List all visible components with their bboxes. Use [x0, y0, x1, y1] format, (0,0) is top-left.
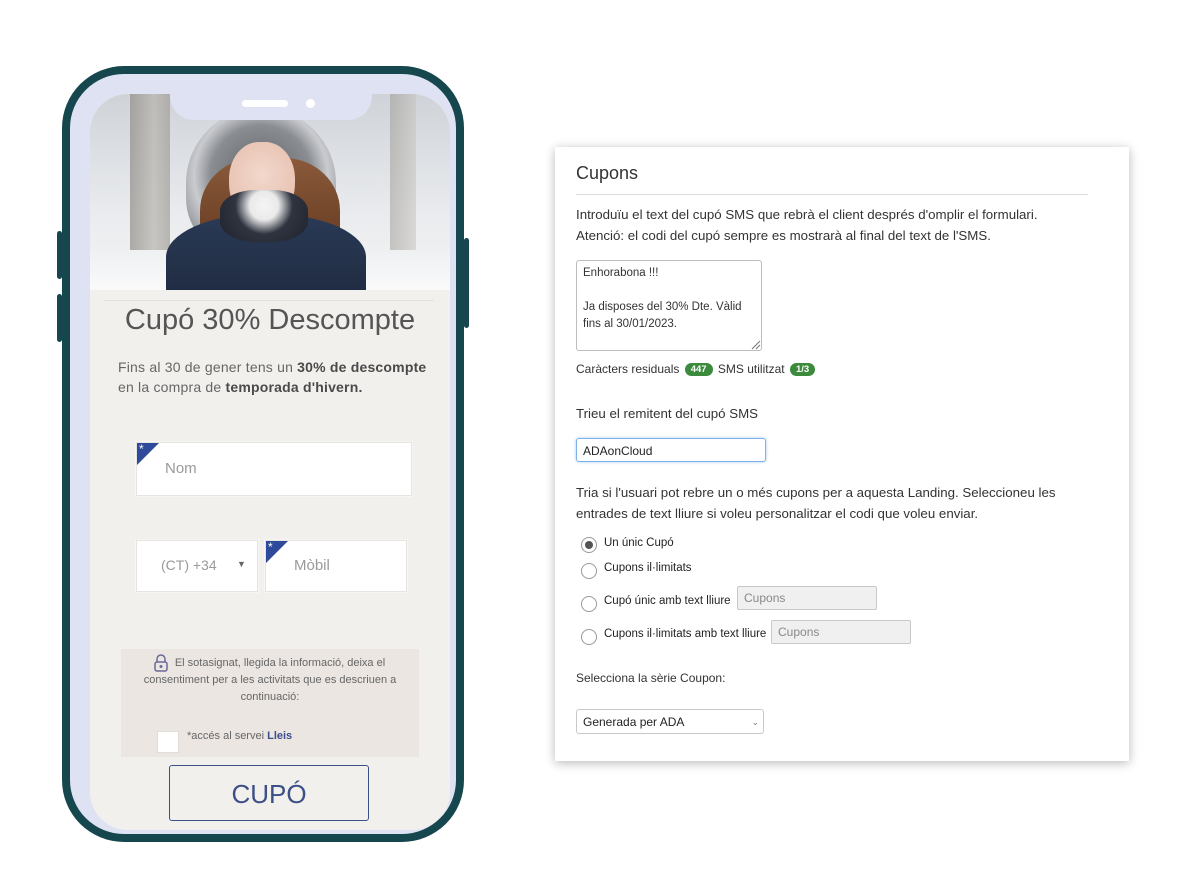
caret-down-icon: ▼: [237, 559, 246, 569]
intro-line: Atenció: el codi del cupó sempre es most…: [576, 228, 991, 243]
name-placeholder: Nom: [165, 460, 197, 477]
sms-text-area[interactable]: Enhorabona !!! Ja disposes del 30% Dte. …: [576, 260, 762, 351]
intro-line: Introduïu el text del cupó SMS que rebrà…: [576, 207, 1038, 222]
option-label: Cupons il·limitats amb text lliure: [604, 628, 767, 640]
camera-icon: [306, 99, 315, 108]
speaker-icon: [242, 100, 288, 107]
intro-text: Introduïu el text del cupó SMS que rebrà…: [576, 204, 1096, 246]
country-code-value: (CT) +34: [161, 557, 217, 573]
mobile-placeholder: Mòbil: [294, 557, 330, 574]
service-checkbox[interactable]: [157, 731, 179, 753]
coupon-series-select[interactable]: Generada per ADA ⌄: [576, 709, 764, 734]
checkbox-label: *accés al servei Lleis: [187, 730, 292, 742]
sender-label: Trieu el remitent del cupó SMS: [576, 406, 759, 421]
phone-power-button: [464, 238, 469, 328]
panel-title: Cupons: [576, 163, 639, 183]
desc-text: en la compra de: [118, 379, 226, 395]
unlimited-free-text-input[interactable]: Cupons: [771, 620, 911, 644]
remaining-count-badge: 447: [684, 363, 713, 377]
sms-used-label: SMS utilitzat: [717, 362, 785, 376]
choose-text: Tria si l'usuari pot rebre un o més cupo…: [576, 485, 1056, 521]
coupon-title: Cupó 30% Descompte: [124, 304, 416, 336]
consent-text: El sotasignat, llegida la informació, de…: [143, 657, 397, 703]
mobile-input[interactable]: * Mòbil: [265, 540, 407, 592]
required-marker: *: [266, 541, 288, 563]
divider: [576, 194, 1088, 195]
resize-handle-icon[interactable]: [751, 340, 761, 350]
phone-bezel: Cupó 30% Descompte Fins al 30 de gener t…: [70, 74, 456, 834]
desc-bold: 30% de descompte: [297, 359, 427, 375]
phone-mockup: Cupó 30% Descompte Fins al 30 de gener t…: [57, 66, 469, 842]
coupon-description: Fins al 30 de gener tens un 30% de desco…: [118, 357, 428, 397]
phone-side-button: [57, 231, 62, 279]
series-label: Selecciona la sèrie Coupon:: [576, 671, 726, 685]
radio-unlimited-coupons[interactable]: [581, 563, 597, 579]
option-label: Un únic Cupó: [604, 537, 674, 549]
radio-unlimited-free-text[interactable]: [581, 629, 597, 645]
hero-image: [90, 94, 450, 290]
consent-box: El sotasignat, llegida la informació, de…: [121, 649, 419, 757]
desc-text: Fins al 30 de gener tens un: [118, 359, 298, 375]
radio-single-coupon[interactable]: [581, 537, 597, 553]
required-marker: *: [137, 443, 159, 465]
coupons-panel: Cupons Introduïu el text del cupó SMS qu…: [555, 147, 1129, 761]
phone-side-button: [57, 294, 62, 342]
radio-single-free-text[interactable]: [581, 596, 597, 612]
sms-used-badge: 1/3: [789, 363, 816, 377]
divider: [104, 300, 434, 301]
option-label: Cupó únic amb text lliure: [604, 595, 731, 607]
option-label: Cupons il·limitats: [604, 562, 692, 574]
checkbox-label-text: *accés al servei: [187, 730, 268, 742]
single-free-text-input[interactable]: Cupons: [737, 586, 877, 610]
phone-notch: [170, 92, 372, 120]
sender-input[interactable]: ADAonCloud: [576, 438, 766, 462]
cupo-button[interactable]: CUPÓ: [169, 765, 369, 821]
series-value: Generada per ADA: [583, 715, 685, 729]
lleis-link[interactable]: Lleis: [267, 730, 292, 742]
sms-counter: Caràcters residuals 447 SMS utilitzat 1/…: [576, 362, 817, 377]
country-code-select[interactable]: (CT) +34 ▼: [136, 540, 258, 592]
chevron-updown-icon: ⌄: [751, 717, 759, 727]
remaining-label: Caràcters residuals: [576, 362, 680, 376]
phone-screen: Cupó 30% Descompte Fins al 30 de gener t…: [90, 94, 450, 830]
name-input[interactable]: * Nom: [136, 442, 412, 496]
desc-bold: temporada d'hivern.: [225, 379, 363, 395]
